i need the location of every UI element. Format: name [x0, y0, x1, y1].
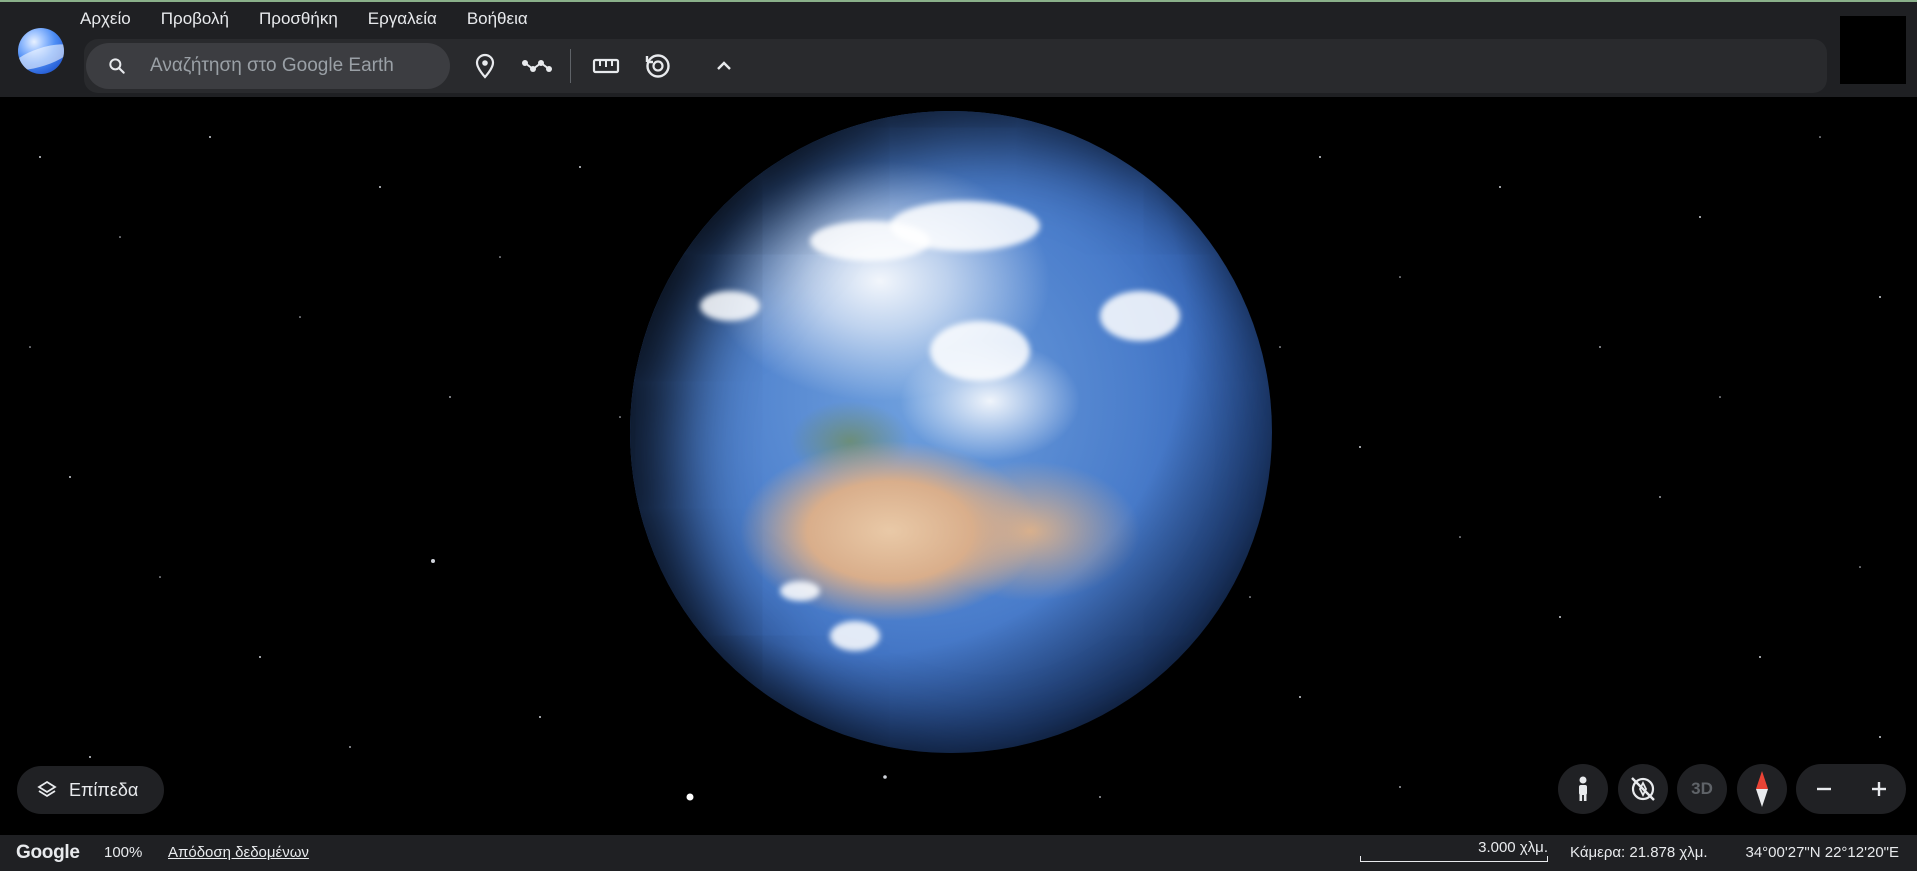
menu-bar: Αρχείο Προβολή Προσθήκη Εργαλεία Βοήθεια	[80, 8, 543, 30]
globe-viewport[interactable]	[0, 97, 1917, 835]
menu-help[interactable]: Βοήθεια	[452, 8, 543, 30]
account-avatar[interactable]	[1840, 16, 1906, 84]
plus-icon	[1871, 782, 1886, 796]
measure-button[interactable]	[588, 48, 624, 84]
google-logo: Google	[16, 842, 80, 863]
search-icon[interactable]	[106, 55, 128, 77]
cloud-formation	[890, 201, 1040, 251]
ruler-icon	[592, 58, 620, 74]
status-bar: Google 100% Απόδοση δεδομένων 3.000 χλμ.…	[0, 835, 1917, 871]
minus-icon	[1816, 787, 1831, 791]
scale-bar	[1360, 856, 1548, 862]
menu-tools[interactable]: Εργαλεία	[353, 8, 452, 30]
layers-label: Επίπεδα	[69, 779, 139, 800]
toolbar	[84, 39, 1827, 93]
history-icon	[645, 54, 670, 78]
zoom-out-button[interactable]	[1796, 764, 1851, 814]
cloud-formation	[930, 321, 1030, 381]
3d-label: 3D	[1691, 779, 1713, 798]
cloud-formation	[700, 291, 760, 321]
cursor-coordinates: 34°00'27"N 22°12'20"E	[1745, 844, 1900, 861]
zoom-controls	[1796, 764, 1906, 814]
compass-button[interactable]	[1737, 764, 1787, 814]
scale-label: 3.000 χλμ.	[1478, 839, 1548, 856]
pegman-button[interactable]	[1558, 764, 1608, 814]
cloud-formation	[780, 581, 820, 601]
layers-icon	[37, 780, 57, 800]
search-input[interactable]	[148, 54, 442, 78]
zoom-percent: 100%	[104, 844, 143, 861]
add-placemark-button[interactable]	[467, 48, 503, 84]
menu-file[interactable]: Αρχείο	[80, 8, 146, 30]
compass-off-icon	[1631, 777, 1655, 801]
data-attribution-link[interactable]: Απόδοση δεδομένων	[168, 844, 309, 861]
google-earth-logo[interactable]	[18, 28, 64, 74]
cloud-formation	[1100, 291, 1180, 341]
chevron-up-icon	[717, 61, 731, 70]
earth-globe[interactable]	[630, 111, 1272, 753]
placemark-icon	[475, 53, 495, 79]
toggle-3d-button[interactable]: 3D	[1677, 764, 1727, 814]
menu-add[interactable]: Προσθήκη	[244, 8, 353, 30]
zoom-in-button[interactable]	[1851, 764, 1906, 814]
cloud-formation	[830, 621, 880, 651]
compass-needle-icon	[1756, 771, 1768, 807]
historical-imagery-button[interactable]	[640, 48, 676, 84]
camera-altitude: Κάμερα: 21.878 χλμ.	[1570, 844, 1708, 861]
free-view-toggle-button[interactable]	[1618, 764, 1668, 814]
menu-view[interactable]: Προβολή	[146, 8, 244, 30]
toolbar-divider	[570, 49, 571, 83]
add-path-button[interactable]	[519, 48, 555, 84]
scale-indicator: 3.000 χλμ.	[1360, 838, 1548, 864]
path-icon	[522, 60, 552, 72]
app-header: Αρχείο Προβολή Προσθήκη Εργαλεία Βοήθεια	[0, 0, 1917, 97]
layers-button[interactable]: Επίπεδα	[17, 766, 164, 814]
collapse-toolbar-button[interactable]	[706, 48, 742, 84]
pegman-icon	[1579, 776, 1587, 801]
search-box[interactable]	[86, 43, 450, 89]
